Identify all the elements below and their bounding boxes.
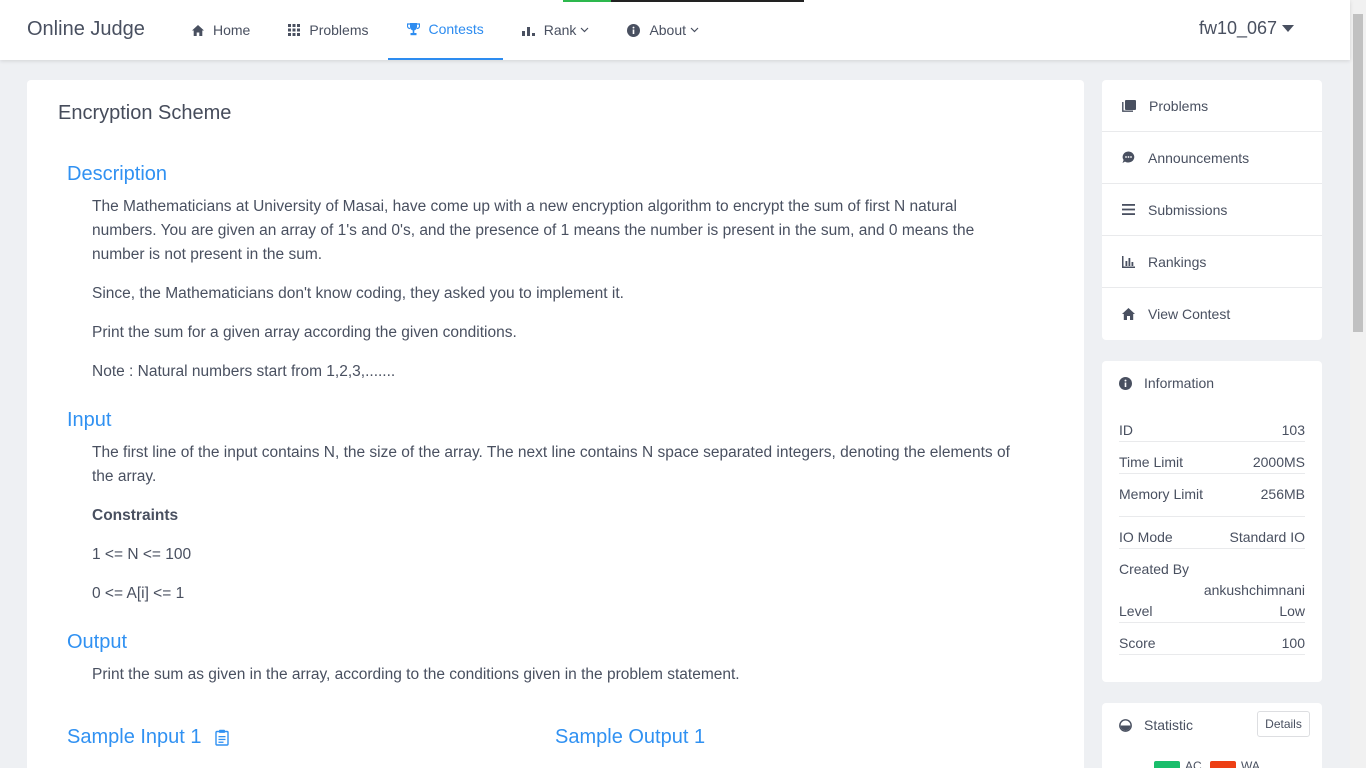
grid-icon [288, 24, 301, 36]
info-value: 256MB [1260, 486, 1305, 502]
info-label: Level [1119, 603, 1153, 619]
sample-output-title: Sample Output 1 [555, 726, 706, 748]
nav-problems-label: Problems [309, 22, 369, 38]
constraint-line: 1 <= N <= 100 [92, 546, 192, 563]
creator-name: ankushchimnani [1203, 582, 1305, 598]
nav-problems[interactable]: Problems [269, 0, 387, 60]
list-icon [1122, 204, 1135, 215]
nav-contests[interactable]: Contests [387, 0, 503, 60]
trophy-icon [406, 22, 420, 35]
info-row-id: ID 103 [1119, 422, 1305, 442]
info-value: 103 [1281, 422, 1305, 438]
scrollbar-thumb[interactable] [1353, 14, 1363, 332]
info-value: 2000MS [1252, 454, 1305, 470]
info-row-time-limit: Time Limit 2000MS [1119, 454, 1305, 474]
book-icon [1122, 99, 1136, 112]
description-heading: Description [67, 163, 168, 185]
chat-icon [1122, 151, 1135, 163]
menu-announcements[interactable]: Announcements [1102, 132, 1322, 184]
info-label: IO Mode [1119, 529, 1173, 545]
problem-title: Encryption Scheme [58, 102, 232, 124]
bar-chart-icon [521, 26, 535, 36]
nav-rank[interactable]: Rank [503, 0, 609, 60]
menu-submissions[interactable]: Submissions [1102, 184, 1322, 236]
info-label: Memory Limit [1119, 486, 1204, 502]
details-button[interactable]: Details [1257, 711, 1310, 737]
information-header: Information [1119, 375, 1214, 391]
legend-item-wa[interactable]: WA [1210, 759, 1260, 768]
chevron-down-icon [690, 27, 699, 33]
sample-output-heading: Sample Output 1 [555, 726, 705, 749]
menu-problems[interactable]: Problems [1102, 80, 1322, 132]
description-paragraph: The Mathematicians at University of Masa… [92, 198, 975, 263]
username: fw10_067 [1199, 18, 1278, 38]
site-logo[interactable]: Online Judge [27, 18, 145, 41]
loading-progress-bar [563, 0, 804, 2]
constraints-heading: Constraints [92, 507, 179, 524]
info-row-level: Level Low [1119, 603, 1305, 623]
nav-home-label: Home [213, 22, 251, 38]
clipboard-icon[interactable] [214, 729, 229, 746]
nav-home[interactable]: Home [173, 0, 269, 60]
menu-view-contest-label: View Contest [1148, 306, 1231, 322]
info-value: Standard IO [1229, 529, 1306, 545]
info-label: Time Limit [1119, 454, 1184, 470]
info-icon [1119, 376, 1132, 390]
menu-rankings-label: Rankings [1148, 253, 1207, 270]
home-icon [192, 24, 204, 36]
chevron-down-icon [581, 27, 589, 33]
nav-rank-label: Rank [543, 22, 577, 38]
nav-about[interactable]: About [608, 0, 718, 60]
information-title: Information [1144, 375, 1215, 391]
statistic-header: Statistic [1119, 717, 1193, 733]
legend-swatch [1210, 761, 1236, 768]
menu-problems-label: Problems [1149, 97, 1209, 114]
loading-progress-fill [563, 0, 611, 2]
top-navbar: Online Judge Home Problems Contests Rank… [0, 0, 1350, 60]
info-label: Score [1119, 635, 1156, 651]
input-heading: Input [67, 409, 112, 431]
constraint-line: 0 <= A[i] <= 1 [92, 585, 185, 602]
input-paragraph: The first line of the input contains N, … [92, 444, 1010, 485]
info-row-score: Score 100 [1119, 635, 1305, 655]
description-paragraph: Print the sum for a given array accordin… [92, 324, 517, 341]
sample-input-title: Sample Input 1 [67, 726, 202, 748]
page-scrollbar[interactable] [1350, 0, 1366, 768]
info-label: ID [1119, 422, 1133, 438]
info-row-io-mode: IO Mode Standard IO [1119, 529, 1305, 549]
main-nav: Home Problems Contests Rank About [173, 0, 718, 60]
nav-contests-label: Contests [428, 21, 484, 37]
contest-menu: Problems Announcements Submissions Ranki… [1102, 80, 1322, 340]
statistic-title: Statistic [1144, 717, 1194, 733]
info-icon [627, 23, 641, 37]
info-row-created-by: Created By ankushchimnani [1119, 561, 1305, 603]
problem-card: Encryption Scheme Description The Mathem… [27, 80, 1084, 768]
nav-about-label: About [649, 22, 687, 38]
info-value: 100 [1281, 635, 1305, 651]
legend-swatch [1154, 761, 1180, 768]
legend-label: WA [1241, 759, 1260, 768]
menu-announcements-label: Announcements [1148, 149, 1250, 166]
output-paragraph: Print the sum as given in the array, acc… [92, 666, 740, 683]
legend-label: AC [1185, 759, 1202, 768]
info-label: Created By [1119, 561, 1190, 577]
info-value: Low [1279, 603, 1305, 619]
sample-input-heading: Sample Input 1 [67, 726, 229, 749]
caret-down-icon [1282, 24, 1295, 32]
user-menu[interactable]: fw10_067 [1199, 18, 1295, 39]
menu-view-contest[interactable]: View Contest [1102, 288, 1322, 340]
info-row-memory-limit: Memory Limit 256MB [1119, 486, 1305, 517]
menu-rankings[interactable]: Rankings [1102, 236, 1322, 288]
menu-submissions-label: Submissions [1148, 201, 1228, 218]
bar-chart-icon [1122, 255, 1135, 268]
statistic-card: Statistic Details AC WA [1102, 703, 1322, 768]
description-paragraph: Since, the Mathematicians don't know cod… [92, 285, 624, 302]
pie-chart-icon [1119, 718, 1132, 732]
legend-item-ac[interactable]: AC [1154, 759, 1202, 768]
description-note: Note : Natural numbers start from 1,2,3,… [92, 363, 396, 380]
information-card: Information ID 103 Time Limit 2000MS Mem… [1102, 361, 1322, 682]
home-icon [1122, 308, 1135, 320]
output-heading: Output [67, 631, 128, 653]
